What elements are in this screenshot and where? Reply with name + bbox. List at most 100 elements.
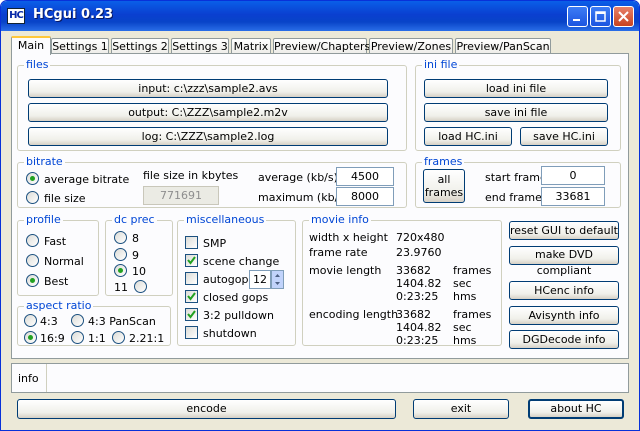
load-ini-button[interactable]: load ini file [424, 79, 608, 98]
frame-rate-label: frame rate [309, 246, 368, 259]
end-frame-field[interactable]: 33681 [541, 187, 605, 206]
movie-info-group: movie info width x height 720x480 frame … [302, 213, 502, 347]
dc-prec-11-radio[interactable] [134, 280, 147, 293]
movie-length-sec-unit: sec [453, 277, 472, 290]
movie-length-label: movie length [309, 264, 382, 277]
aspect-4-3-panscan-label: 4:3 PanScan [88, 315, 156, 328]
start-frame-field[interactable]: 0 [541, 166, 605, 185]
dc-prec-11-label: 11 [114, 281, 128, 294]
file-size-radio-label: file size [44, 192, 86, 205]
average-bitrate-label: average bitrate [44, 173, 130, 186]
maximize-button[interactable] [590, 6, 611, 27]
minimize-icon [573, 19, 580, 21]
file-size-field[interactable]: 771691 [143, 186, 219, 205]
autogop-label: autogop [203, 273, 249, 286]
maximum-kbs-field[interactable]: 8000 [336, 187, 394, 206]
width-height-label: width x height [309, 231, 388, 244]
aspect-1-1-radio[interactable] [71, 331, 84, 344]
all-frames-button[interactable]: all frames [423, 169, 465, 203]
encode-button[interactable]: encode [17, 399, 396, 419]
dc-prec-10-radio[interactable] [114, 264, 127, 277]
all-frames-line1: all [437, 173, 451, 186]
spin-arrows-icon [275, 274, 280, 285]
encoding-length-sec: 1404.82 [396, 321, 442, 334]
input-file-button[interactable]: input: c:\zzz\sample2.avs [28, 79, 388, 98]
info-divider [46, 364, 47, 392]
profile-normal-radio[interactable] [26, 254, 39, 267]
make-dvd-compliant-button[interactable]: make DVD compliant [509, 246, 619, 277]
bitrate-group: bitrate average bitrate file size file s… [17, 155, 407, 208]
dgdecode-info-button[interactable]: DGDecode info [509, 330, 619, 349]
main-tab-panel: files input: c:\zzz\sample2.avs output: … [11, 53, 629, 359]
file-size-radio[interactable] [26, 191, 39, 204]
tab-main[interactable]: Main [11, 36, 51, 55]
output-file-button[interactable]: output: C:\ZZZ\sample2.m2v [28, 103, 388, 122]
autogop-value-field[interactable]: 12 [249, 270, 271, 289]
reset-gui-button[interactable]: reset GUI to default [509, 221, 619, 240]
check-icon [187, 310, 196, 319]
encoding-length-frames: 33682 [396, 308, 431, 321]
load-hc-ini-button[interactable]: load HC.ini [424, 127, 512, 146]
scene-change-label: scene change [203, 255, 280, 268]
profile-normal-label: Normal [44, 255, 84, 268]
dc-prec-9-radio[interactable] [114, 248, 127, 261]
avisynth-info-button[interactable]: Avisynth info [509, 306, 619, 325]
aspect-ratio-group: aspect ratio 4:3 4:3 PanScan 16:9 1:1 2.… [17, 299, 171, 346]
bitrate-group-label: bitrate [24, 155, 65, 168]
minimize-button[interactable] [567, 6, 588, 27]
encoding-length-frames-unit: frames [453, 308, 492, 321]
app-icon: HC [7, 8, 25, 24]
title-bar[interactable]: HC HCgui 0.23 [1, 1, 639, 31]
aspect-2-21-1-radio[interactable] [112, 331, 125, 344]
frames-group: frames all frames start frame 0 end fram… [415, 155, 621, 208]
hcenc-info-button[interactable]: HCenc info [509, 281, 619, 300]
save-hc-ini-button[interactable]: save HC.ini [520, 127, 608, 146]
frames-group-label: frames [422, 155, 465, 168]
about-hc-button[interactable]: about HC [528, 399, 624, 419]
close-button[interactable] [613, 6, 634, 27]
frame-rate-value: 23.9760 [396, 246, 442, 259]
movie-length-frames: 33682 [396, 264, 431, 277]
average-kbs-label: average (kb/s) [258, 171, 338, 184]
aspect-4-3-radio[interactable] [24, 314, 37, 327]
smp-label: SMP [203, 237, 227, 250]
profile-fast-radio[interactable] [26, 234, 39, 247]
aspect-ratio-group-label: aspect ratio [24, 299, 94, 312]
profile-group-label: profile [24, 213, 63, 226]
dc-prec-9-label: 9 [132, 249, 139, 262]
aspect-1-1-label: 1:1 [88, 332, 106, 345]
exit-button[interactable]: exit [413, 399, 509, 419]
average-bitrate-radio[interactable] [26, 172, 39, 185]
aspect-16-9-radio[interactable] [24, 331, 37, 344]
autogop-spinner[interactable] [271, 270, 284, 289]
shutdown-label: shutdown [203, 327, 257, 340]
autogop-checkbox[interactable] [185, 272, 198, 285]
pulldown-checkbox[interactable] [185, 308, 198, 321]
dc-prec-8-radio[interactable] [114, 231, 127, 244]
profile-best-label: Best [44, 275, 69, 288]
aspect-4-3-label: 4:3 [40, 315, 58, 328]
info-label: info [18, 372, 39, 385]
check-icon [187, 256, 196, 265]
pulldown-label: 3:2 pulldown [203, 309, 274, 322]
encoding-length-hms: 0:23:25 [396, 334, 439, 347]
shutdown-checkbox[interactable] [185, 326, 198, 339]
save-ini-button[interactable]: save ini file [424, 103, 608, 122]
average-kbs-field[interactable]: 4500 [336, 167, 394, 186]
dc-prec-10-label: 10 [132, 265, 146, 278]
aspect-4-3-panscan-radio[interactable] [71, 314, 84, 327]
maximum-kbs-label: maximum (kb/s) [258, 191, 349, 204]
all-frames-line2: frames [424, 186, 464, 199]
start-frame-label: start frame [485, 171, 547, 184]
ini-file-group-label: ini file [422, 58, 460, 71]
closed-gops-checkbox[interactable] [185, 290, 198, 303]
smp-checkbox[interactable] [185, 236, 198, 249]
width-height-value: 720x480 [396, 231, 445, 244]
log-file-button[interactable]: log: C:\ZZZ\sample2.log [28, 127, 388, 146]
close-icon [618, 11, 629, 22]
closed-gops-label: closed gops [203, 291, 269, 304]
check-icon [187, 292, 196, 301]
miscellaneous-group-label: miscellaneous [184, 213, 267, 226]
profile-best-radio[interactable] [26, 274, 39, 287]
scene-change-checkbox[interactable] [185, 254, 198, 267]
